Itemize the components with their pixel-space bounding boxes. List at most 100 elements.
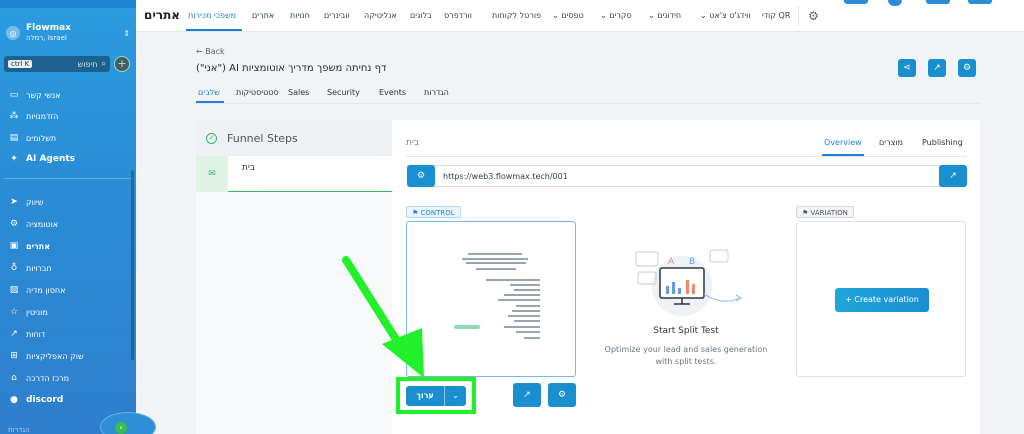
sidebar-item-label: אנשי קשר bbox=[26, 90, 61, 100]
open-url-button[interactable]: ↗ bbox=[939, 165, 967, 187]
svg-text:A: A bbox=[668, 257, 675, 267]
chevron-updown-icon: ⇕ bbox=[123, 28, 130, 38]
create-variation-button[interactable]: + Create variation bbox=[835, 288, 929, 312]
split-test-description-line: Optimize your lead and sales generation bbox=[604, 345, 768, 354]
url-settings-button[interactable]: ⚙ bbox=[407, 165, 435, 187]
quick-add-button[interactable]: + bbox=[114, 56, 130, 72]
sidebar-item-label: אחסון מדיה bbox=[26, 285, 66, 295]
gear-icon: ⚙ bbox=[416, 171, 426, 181]
tab-webinars[interactable]: וובינרים bbox=[324, 11, 350, 20]
sidebar-item-label: מוניטין bbox=[26, 307, 48, 317]
tab-analytics[interactable]: אנליטיקה bbox=[364, 11, 397, 20]
tab-forms[interactable]: ⌄ טפסים bbox=[552, 11, 584, 20]
tab-publishing[interactable]: Publishing bbox=[922, 138, 963, 147]
edit-split-button[interactable]: ערוך ⌄ bbox=[406, 386, 466, 406]
sidebar-top-strip bbox=[0, 0, 136, 8]
tab-wordpress[interactable]: וורדפרס bbox=[444, 11, 472, 20]
sidebar-item-training[interactable]: ⌂ מרכז הדרכה bbox=[8, 371, 132, 385]
sidebar-item-memberships[interactable]: ♁ חברויות bbox=[8, 261, 132, 275]
tab-chat-widget[interactable]: ⌄ ווידג'ט צ'אט bbox=[700, 11, 750, 20]
search-placeholder: חיפוש bbox=[77, 59, 98, 69]
sidebar-item-app-market[interactable]: ⊞ שוק האפליקציות bbox=[8, 349, 132, 363]
sidebar-item-label: שיווק bbox=[26, 197, 44, 207]
tab-events[interactable]: Events bbox=[379, 88, 406, 97]
chevron-down-icon: ⌄ bbox=[552, 11, 562, 20]
tab-sales[interactable]: Sales bbox=[288, 88, 309, 97]
active-tab-underline bbox=[186, 29, 242, 31]
chevron-left-icon: ‹ bbox=[115, 422, 127, 434]
tab-websites[interactable]: אתרים bbox=[252, 11, 274, 20]
open-external-button[interactable]: ↗ bbox=[928, 59, 946, 77]
tab-label: ווידג'ט צ'אט bbox=[709, 11, 751, 20]
sidebar-item-settings[interactable]: הגדרות bbox=[8, 426, 30, 434]
header-action-peek[interactable] bbox=[968, 0, 992, 4]
page-title: ("אני") AI דף נחיתה משפך מדריך אוטומציות bbox=[196, 63, 387, 74]
sidebar-scrollbar[interactable] bbox=[131, 170, 134, 360]
sidebar-item-reports[interactable]: ↗ דוחות bbox=[8, 327, 132, 341]
graduation-icon: ⌂ bbox=[11, 373, 17, 383]
tab-blogs[interactable]: בלוגים bbox=[410, 11, 432, 20]
sidebar-item-contacts[interactable]: ▭ אנשי קשר bbox=[8, 88, 132, 102]
search-input[interactable]: ctrl K חיפוש ⌕ bbox=[4, 56, 110, 72]
tab-stats[interactable]: סטטיסטיקות bbox=[236, 88, 279, 97]
tab-qr-codes[interactable]: קודי QR bbox=[762, 11, 790, 20]
external-link-icon: ↗ bbox=[523, 390, 531, 400]
sidebar-item-label: שוק האפליקציות bbox=[26, 351, 84, 361]
back-link[interactable]: ← Back bbox=[196, 47, 225, 56]
workspace-avatar-icon: ◎ bbox=[6, 26, 20, 40]
receipt-icon: ▤ bbox=[9, 133, 19, 143]
gear-icon: ⚙ bbox=[557, 390, 567, 400]
edit-highlight-box: ערוך ⌄ bbox=[396, 377, 476, 414]
edit-button-label[interactable]: ערוך bbox=[406, 386, 444, 406]
star-icon: ☆ bbox=[9, 307, 19, 317]
funnel-step-item[interactable]: ✉ בית bbox=[196, 156, 392, 192]
tab-quizzes[interactable]: ⌄ חידונים bbox=[648, 11, 681, 20]
chevron-down-icon[interactable]: ⌄ bbox=[445, 386, 466, 406]
tab-surveys[interactable]: ⌄ סקרים bbox=[600, 11, 632, 20]
sidebar-item-reputation[interactable]: ☆ מוניטין bbox=[8, 305, 132, 319]
sidebar-item-sites[interactable]: ▣ אתרים bbox=[8, 239, 132, 253]
sidebar-divider bbox=[4, 178, 132, 179]
open-preview-button[interactable]: ↗ bbox=[513, 383, 541, 407]
tab-security[interactable]: Security bbox=[327, 88, 360, 97]
split-test-description-line: with split tests. bbox=[655, 357, 717, 366]
chevron-down-icon: ⌄ bbox=[700, 11, 710, 20]
workspace-name: Flowmax bbox=[26, 23, 71, 33]
sidebar-collapse-button[interactable]: ‹ bbox=[100, 412, 156, 434]
sidebar-item-automation[interactable]: ⚙ אוטומציה bbox=[8, 217, 132, 231]
header-avatar-peek[interactable] bbox=[888, 0, 902, 6]
badge-icon: ♁ bbox=[10, 263, 18, 273]
tab-stores[interactable]: חנויות bbox=[290, 11, 310, 20]
sidebar-item-opportunities[interactable]: ⁂ הזדמנויות bbox=[8, 109, 132, 123]
step-url[interactable]: https://web3.flowmax.tech/001 bbox=[443, 172, 568, 181]
sidebar-item-label: חברויות bbox=[26, 263, 52, 273]
workspace-switcher[interactable]: ◎ Flowmax רמלה, Israel ⇕ bbox=[6, 20, 130, 46]
tab-overview[interactable]: Overview bbox=[824, 138, 862, 147]
chevron-down-icon: ⌄ bbox=[600, 11, 610, 20]
step-settings-button[interactable]: ⚙ bbox=[548, 383, 576, 407]
split-test-illustration: A B bbox=[635, 249, 743, 316]
gear-icon[interactable]: ⚙ bbox=[808, 9, 819, 23]
tab-funnels[interactable]: משפכי מכירות bbox=[188, 11, 236, 20]
sidebar-item-discord[interactable]: ● discord bbox=[8, 393, 132, 407]
sidebar-item-label: דוחות bbox=[26, 329, 46, 339]
tab-steps[interactable]: שלבים bbox=[198, 88, 220, 97]
tab-label: סקרים bbox=[609, 11, 632, 20]
header-action-peek[interactable] bbox=[844, 0, 868, 4]
discord-icon: ● bbox=[10, 395, 18, 405]
tab-products[interactable]: מוצרים bbox=[879, 138, 903, 147]
header-action-peek[interactable] bbox=[926, 0, 950, 4]
workspace-location: רמלה, Israel bbox=[26, 34, 67, 42]
tab-settings[interactable]: הגדרות bbox=[424, 88, 449, 97]
sidebar-item-ai-agents[interactable]: ✦ AI Agents bbox=[8, 152, 132, 166]
tab-client-portal[interactable]: פורטל לקוחות bbox=[492, 11, 541, 20]
sidebar-item-label: AI Agents bbox=[26, 154, 76, 164]
sidebar-item-marketing[interactable]: ➤ שיווק bbox=[8, 195, 132, 209]
settings-button[interactable]: ⚙ bbox=[958, 59, 976, 77]
sidebar-item-payments[interactable]: ▤ תשלומים bbox=[8, 131, 132, 145]
page-preview-thumbnail bbox=[454, 253, 540, 339]
share-button[interactable]: ⋖ bbox=[898, 59, 916, 77]
split-test-title: Start Split Test bbox=[653, 326, 719, 336]
sidebar-item-media[interactable]: ▨ אחסון מדיה bbox=[8, 283, 132, 297]
image-icon: ▨ bbox=[9, 285, 19, 295]
